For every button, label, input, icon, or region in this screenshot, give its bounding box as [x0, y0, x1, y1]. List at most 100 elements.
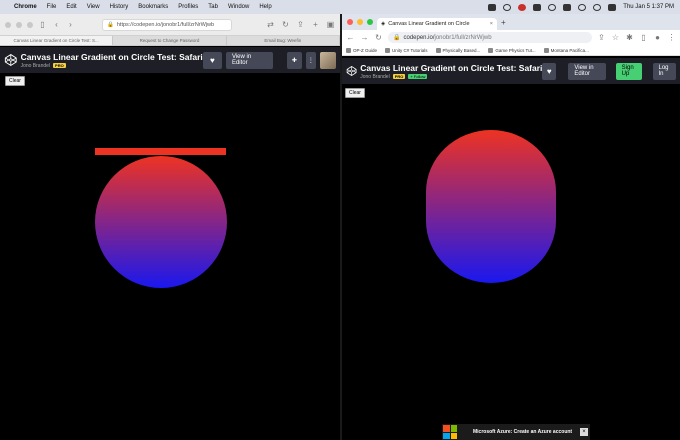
pin-button[interactable]: ✚: [286, 51, 303, 69]
window-close-button[interactable]: [347, 19, 353, 25]
pin-icon: ✚: [291, 57, 297, 64]
chrome-address-bar[interactable]: 🔒 codepen.io/jonobr1/full/zrNrWjwb: [388, 32, 592, 43]
window-zoom-button[interactable]: [367, 19, 373, 25]
safari-address-bar[interactable]: 🔒 https://codepen.io/jonobr1/full/zrNrWj…: [102, 18, 232, 31]
pen-author-row: Jono Brandel PRO + Follow: [360, 74, 542, 80]
ad-close-icon[interactable]: ×: [580, 428, 588, 436]
bookmark-item[interactable]: Physically Based...: [435, 47, 480, 53]
menu-file[interactable]: File: [47, 4, 57, 10]
bookmark-item[interactable]: Unity C# Tutorials: [385, 47, 428, 53]
follow-button[interactable]: + Follow: [408, 74, 428, 79]
translate-icon[interactable]: ⇄: [266, 20, 275, 29]
bookmark-favicon-icon: [435, 47, 441, 53]
window-zoom-button[interactable]: [27, 21, 33, 28]
safari-tab-email[interactable]: Email Bug: Weefin: [227, 36, 340, 45]
sidebar-icon[interactable]: ▯: [639, 33, 648, 42]
new-tab-icon[interactable]: +: [311, 20, 320, 29]
share-icon[interactable]: ⇪: [296, 20, 305, 29]
safari-tab-pen[interactable]: Canvas Linear Gradient on Circle Test: S…: [0, 36, 114, 45]
url-host: codepen.io/: [403, 34, 435, 41]
reload-icon[interactable]: ↻: [374, 33, 383, 42]
url-path: jonobr1/full/zrNrWjwb: [434, 34, 492, 41]
menu-bar-status: Thu Jan 5 1:37 PM: [488, 3, 674, 11]
codepen-logo-icon[interactable]: [346, 64, 357, 78]
more-button[interactable]: ⋮: [306, 51, 316, 69]
status-icon[interactable]: [533, 3, 542, 11]
window-minimize-button[interactable]: [16, 21, 22, 28]
safari-tab-password[interactable]: Request to Change Password: [113, 36, 227, 45]
search-icon[interactable]: [593, 3, 602, 11]
window-close-button[interactable]: [5, 21, 11, 28]
status-icon[interactable]: [503, 3, 512, 11]
pen-author[interactable]: Jono Brandel: [360, 74, 389, 80]
tab-close-icon[interactable]: ×: [490, 21, 493, 27]
bookmark-item[interactable]: OP-Z Guide: [346, 47, 377, 53]
codepen-header: Canvas Linear Gradient on Circle Test: S…: [0, 47, 340, 73]
pro-badge: PRO: [392, 74, 406, 79]
menu-edit[interactable]: Edit: [66, 4, 76, 10]
bookmark-label: Game Physics Tut...: [495, 47, 536, 53]
extensions-icon[interactable]: ✱: [625, 33, 634, 42]
status-icon[interactable]: [518, 3, 527, 11]
menu-bar-clock[interactable]: Thu Jan 5 1:37 PM: [623, 4, 674, 10]
lock-icon: 🔒: [393, 35, 401, 41]
bookmark-favicon-icon: [385, 47, 391, 53]
bookmark-favicon-icon: [346, 47, 351, 53]
bookmark-star-icon[interactable]: ☆: [611, 33, 620, 42]
window-minimize-button[interactable]: [357, 19, 363, 25]
avatar[interactable]: [319, 51, 336, 69]
tab-label: Request to Change Password: [139, 38, 200, 43]
bookmark-item[interactable]: Montana Pacifica...: [543, 47, 589, 53]
codepen-logo-icon[interactable]: [4, 53, 18, 67]
menu-view[interactable]: View: [87, 4, 100, 10]
bookmarks-bar: OP-Z Guide Unity C# Tutorials Physically…: [342, 45, 680, 56]
chrome-toolbar: ← → ↻ 🔒 codepen.io/jonobr1/full/zrNrWjwb…: [342, 30, 680, 45]
battery-icon[interactable]: [563, 3, 572, 11]
menu-profiles[interactable]: Profiles: [178, 4, 198, 10]
gradient-capsule: [426, 130, 556, 283]
pen-actions: ♥ View in Editor Sign Up Log In: [542, 62, 677, 80]
forward-icon[interactable]: ›: [66, 20, 75, 29]
safari-toolbar: ▯ ‹ › 🔒 https://codepen.io/jonobr1/full/…: [0, 14, 340, 36]
menu-tab[interactable]: Tab: [208, 4, 218, 10]
menu-help[interactable]: Help: [259, 4, 271, 10]
status-icon[interactable]: [488, 3, 497, 11]
share-icon[interactable]: ⇪: [597, 33, 606, 42]
view-in-editor-button[interactable]: View in Editor: [225, 51, 274, 69]
codepen-favicon-icon: ◈: [381, 21, 386, 27]
safari-tab-bar: Canvas Linear Gradient on Circle Test: S…: [0, 36, 340, 46]
sign-up-button[interactable]: Sign Up: [615, 62, 643, 80]
tab-overview-icon[interactable]: ▣: [326, 20, 335, 29]
menu-history[interactable]: History: [110, 4, 129, 10]
bookmark-item[interactable]: Game Physics Tut...: [488, 47, 536, 53]
pen-title-block: Canvas Linear Gradient on Circle Test: S…: [360, 63, 542, 80]
profile-avatar-icon[interactable]: ●: [653, 33, 662, 42]
more-icon: ⋮: [307, 57, 314, 64]
azure-ad-text: Microsoft Azure: Create an Azure account: [473, 429, 573, 435]
control-center-icon[interactable]: [608, 3, 617, 11]
sidebar-icon[interactable]: ▯: [38, 20, 47, 29]
log-in-button[interactable]: Log In: [652, 62, 677, 80]
bookmark-favicon-icon: [543, 47, 549, 53]
tab-label: Canvas Linear Gradient on Circle Test: S…: [13, 38, 99, 43]
forward-icon[interactable]: →: [360, 33, 369, 42]
new-tab-button[interactable]: +: [501, 18, 506, 27]
pen-canvas: [426, 130, 556, 283]
azure-ad-banner[interactable]: Microsoft Azure: Create an Azure account…: [442, 424, 590, 440]
view-in-editor-button[interactable]: View in Editor: [568, 62, 606, 80]
wifi-icon[interactable]: [578, 3, 587, 11]
gradient-circle: [95, 156, 227, 288]
menu-window[interactable]: Window: [228, 4, 249, 10]
menu-icon[interactable]: ⋮: [667, 33, 676, 42]
pen-author[interactable]: Jono Brandel: [21, 63, 50, 69]
reload-icon[interactable]: ↻: [281, 20, 290, 29]
chrome-tab-pen[interactable]: ◈ Canvas Linear Gradient on Circle ×: [377, 18, 497, 30]
heart-button[interactable]: ♥: [202, 51, 222, 69]
status-icon[interactable]: [548, 3, 557, 11]
pro-badge: PRO: [53, 63, 66, 68]
menu-bookmarks[interactable]: Bookmarks: [138, 4, 168, 10]
heart-button[interactable]: ♥: [542, 62, 557, 80]
menu-app-chrome[interactable]: Chrome: [14, 4, 37, 10]
back-icon[interactable]: ←: [346, 33, 355, 42]
back-icon[interactable]: ‹: [52, 20, 61, 29]
